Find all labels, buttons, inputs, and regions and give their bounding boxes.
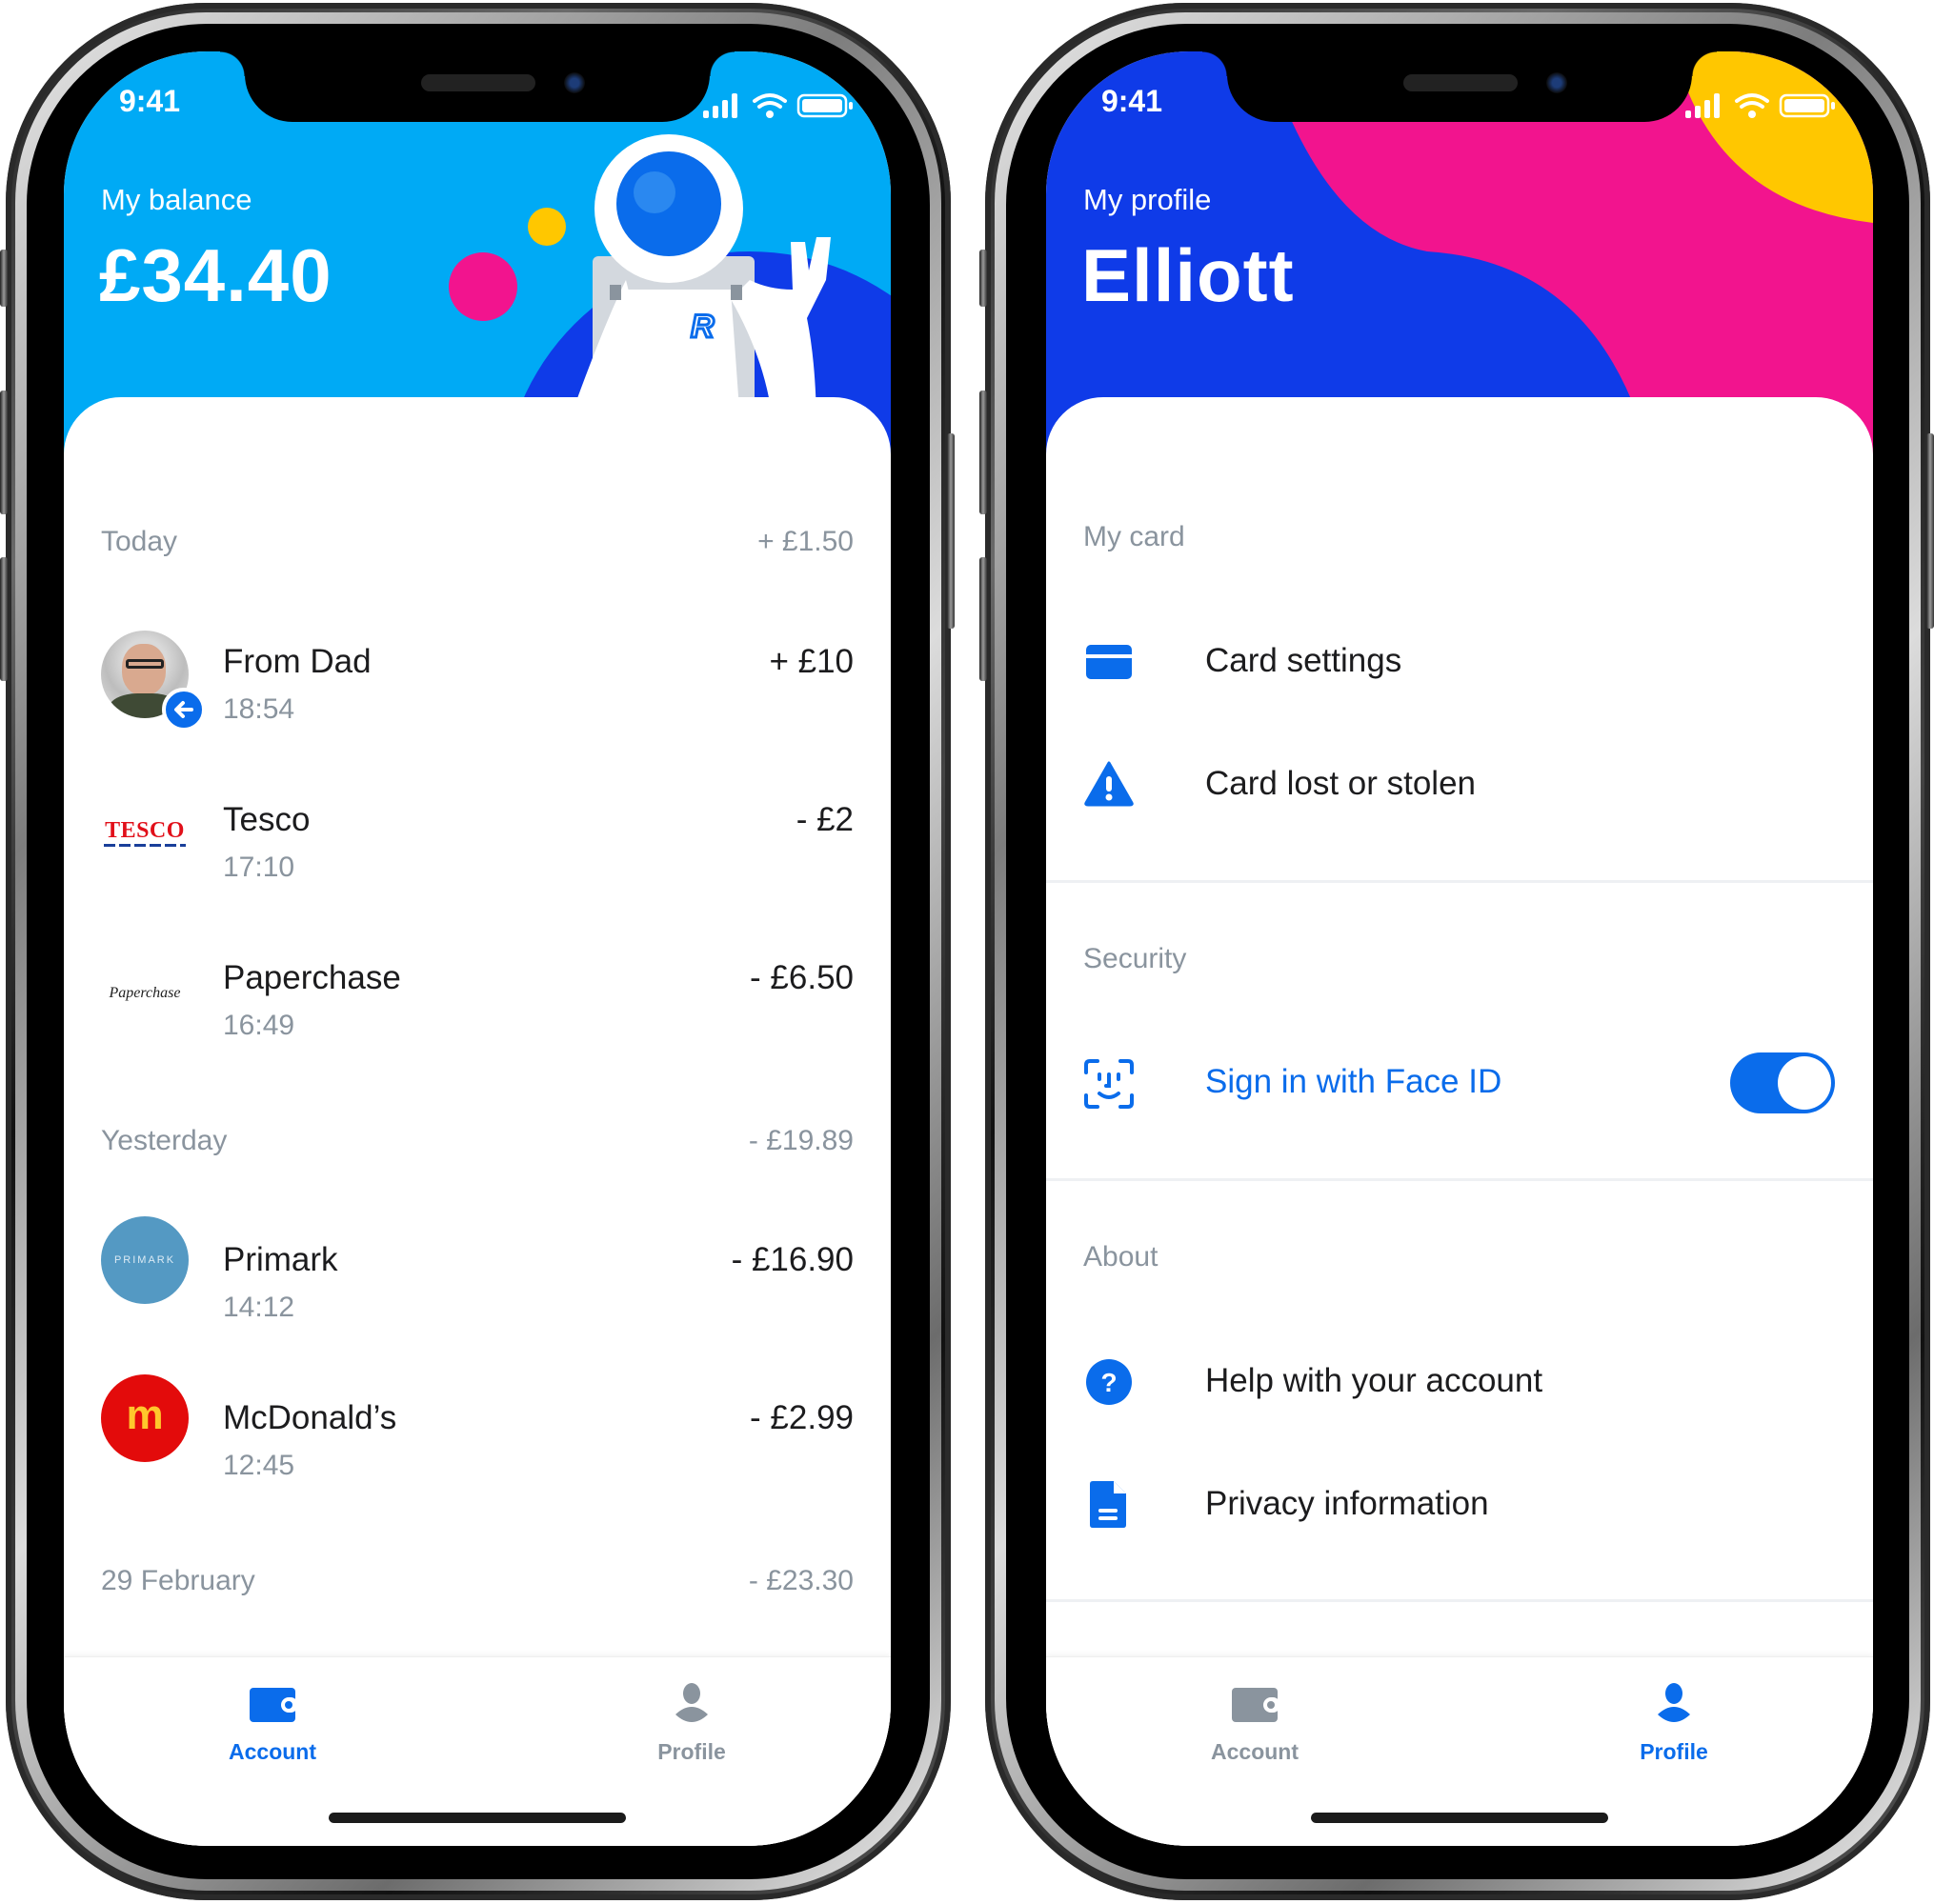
wallet-icon xyxy=(1232,1688,1280,1722)
person-icon xyxy=(675,1683,708,1722)
notch xyxy=(1202,51,1717,122)
arrow-left-icon xyxy=(162,688,206,732)
transaction-time: 17:10 xyxy=(223,852,295,883)
transaction-time: 18:54 xyxy=(223,693,295,725)
profile-name: Elliott xyxy=(1081,233,1295,317)
transaction-name: From Dad xyxy=(223,643,372,680)
home-indicator[interactable] xyxy=(329,1813,626,1823)
section-label-security: Security xyxy=(1083,943,1187,974)
person-icon xyxy=(1658,1683,1690,1722)
transaction-amount: - £6.50 xyxy=(750,959,854,996)
pink-dot xyxy=(449,252,517,321)
status-icons xyxy=(703,91,856,120)
transaction-name: Primark xyxy=(223,1241,338,1278)
help-icon: ? xyxy=(1086,1359,1132,1405)
menu-item-label: Card lost or stolen xyxy=(1205,765,1477,802)
signal-icon xyxy=(703,93,737,118)
svg-text:?: ? xyxy=(1100,1368,1117,1397)
battery-icon xyxy=(796,93,853,118)
balance-label: My balance xyxy=(101,183,252,216)
transaction-time: 16:49 xyxy=(223,1010,295,1041)
section-label-about: About xyxy=(1083,1241,1158,1273)
section-label-my-card: My card xyxy=(1083,521,1185,552)
transaction-amount: + £10 xyxy=(769,643,854,680)
divider xyxy=(1046,880,1873,883)
home-indicator[interactable] xyxy=(1311,1813,1608,1823)
side-button xyxy=(1926,433,1934,629)
paperchase-logo: Paperchase xyxy=(109,985,181,1001)
divider xyxy=(1046,1178,1873,1181)
status-time: 9:41 xyxy=(118,84,181,118)
transaction-amount: - £16.90 xyxy=(731,1241,854,1278)
transaction-amount: - £2 xyxy=(796,801,854,838)
notch xyxy=(220,51,735,122)
section-total-today: + £1.50 xyxy=(757,526,854,557)
wifi-icon xyxy=(1735,93,1769,109)
transactions-card: Today + £1.50 From Dad 18:54 + £10 TESCO… xyxy=(64,397,891,1846)
tab-account[interactable]: Account xyxy=(1159,1674,1350,1779)
volume-up-button xyxy=(0,391,8,514)
transaction-time: 14:12 xyxy=(223,1292,295,1323)
mcdonalds-logo: m xyxy=(101,1374,189,1462)
credit-card-icon xyxy=(1086,645,1132,679)
status-icons xyxy=(1685,91,1838,120)
settings-card: My card Card settings Card lost or stole… xyxy=(1046,397,1873,1846)
status-time: 9:41 xyxy=(1100,84,1163,118)
balance-amount: £34.40 xyxy=(99,233,332,317)
revolut-r-logo: R xyxy=(691,309,715,345)
volume-down-button xyxy=(979,557,987,681)
section-label-today: Today xyxy=(101,526,178,557)
wallet-icon xyxy=(250,1688,298,1722)
tab-label: Account xyxy=(1211,1739,1299,1764)
silent-switch xyxy=(0,250,8,307)
tab-label: Profile xyxy=(657,1739,726,1764)
volume-up-button xyxy=(979,391,987,514)
menu-item-label: Sign in with Face ID xyxy=(1205,1063,1502,1100)
battery-icon xyxy=(1779,93,1835,118)
side-button xyxy=(947,433,955,629)
tab-label: Profile xyxy=(1640,1739,1708,1764)
tab-profile[interactable]: Profile xyxy=(596,1674,787,1779)
face-id-toggle[interactable] xyxy=(1730,1052,1835,1113)
face-id-icon xyxy=(1084,1059,1134,1109)
menu-item-label: Help with your account xyxy=(1205,1362,1543,1399)
account-screen: R My balance £34.40 9:41 Today + £1.50 F… xyxy=(64,51,891,1846)
section-label-29-february: 29 February xyxy=(101,1565,255,1596)
menu-item-label: Card settings xyxy=(1205,642,1402,679)
wifi-icon xyxy=(753,93,787,109)
profile-screen: My profile Elliott 9:41 My card Card set… xyxy=(1046,51,1873,1846)
transaction-time: 12:45 xyxy=(223,1450,295,1481)
toggle-knob xyxy=(1778,1056,1831,1110)
section-total-yesterday: - £19.89 xyxy=(748,1125,854,1156)
tesco-logo: TESCO xyxy=(101,818,189,847)
tab-account[interactable]: Account xyxy=(177,1674,368,1779)
volume-down-button xyxy=(0,557,8,681)
divider xyxy=(1046,1599,1873,1602)
section-total-29-february: - £23.30 xyxy=(748,1565,854,1596)
signal-icon xyxy=(1685,93,1720,118)
transaction-name: McDonald’s xyxy=(223,1399,397,1436)
profile-label: My profile xyxy=(1083,183,1212,216)
document-icon xyxy=(1090,1481,1126,1528)
warning-icon xyxy=(1084,761,1134,807)
tab-label: Account xyxy=(229,1739,316,1764)
tab-profile[interactable]: Profile xyxy=(1579,1674,1769,1779)
transaction-amount: - £2.99 xyxy=(750,1399,854,1436)
transaction-name: Paperchase xyxy=(223,959,401,996)
primark-logo: PRIMARK xyxy=(101,1216,189,1304)
section-label-yesterday: Yesterday xyxy=(101,1125,228,1156)
menu-item-label: Privacy information xyxy=(1205,1485,1489,1522)
transaction-name: Tesco xyxy=(223,801,311,838)
silent-switch xyxy=(979,250,987,307)
yellow-dot xyxy=(528,208,566,246)
